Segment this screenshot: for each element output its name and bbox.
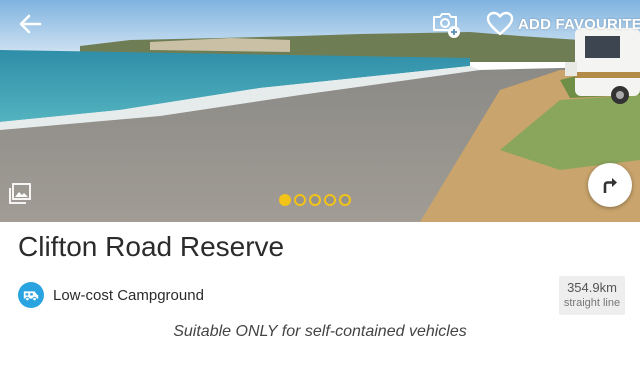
photo-dot-4[interactable] <box>324 194 336 206</box>
hero-photo[interactable]: ADD FAVOURITE <box>0 0 640 222</box>
add-photo-icon <box>433 13 460 38</box>
heart-outline-icon <box>486 11 514 36</box>
add-photo-button[interactable] <box>430 8 462 40</box>
image-gallery-icon <box>9 183 31 204</box>
distance-value: 354.9km <box>567 280 617 295</box>
add-favourite-label: ADD FAVOURITE <box>518 15 640 33</box>
photo-dot-3[interactable] <box>309 194 321 206</box>
distance-unit: straight line <box>563 297 621 309</box>
campervan-icon <box>18 282 44 308</box>
directions-turn-icon <box>603 178 617 193</box>
place-title: Clifton Road Reserve <box>18 231 285 262</box>
arrow-left-icon <box>19 14 42 34</box>
photo-pagination <box>279 194 351 206</box>
add-favourite-button[interactable]: ADD FAVOURITE <box>486 8 640 40</box>
open-gallery-button[interactable] <box>8 182 32 206</box>
back-button[interactable] <box>14 10 48 38</box>
vehicle-restriction-note: Suitable ONLY for self-contained vehicle… <box>173 323 467 340</box>
photo-dot-5[interactable] <box>339 194 351 206</box>
place-type: Low-cost Campground <box>18 282 204 308</box>
photo-dot-2[interactable] <box>294 194 306 206</box>
distance-badge: 354.9km straight line <box>559 276 625 315</box>
place-type-label: Low-cost Campground <box>53 286 204 304</box>
directions-button[interactable] <box>588 163 632 207</box>
photo-dot-1[interactable] <box>279 194 291 206</box>
